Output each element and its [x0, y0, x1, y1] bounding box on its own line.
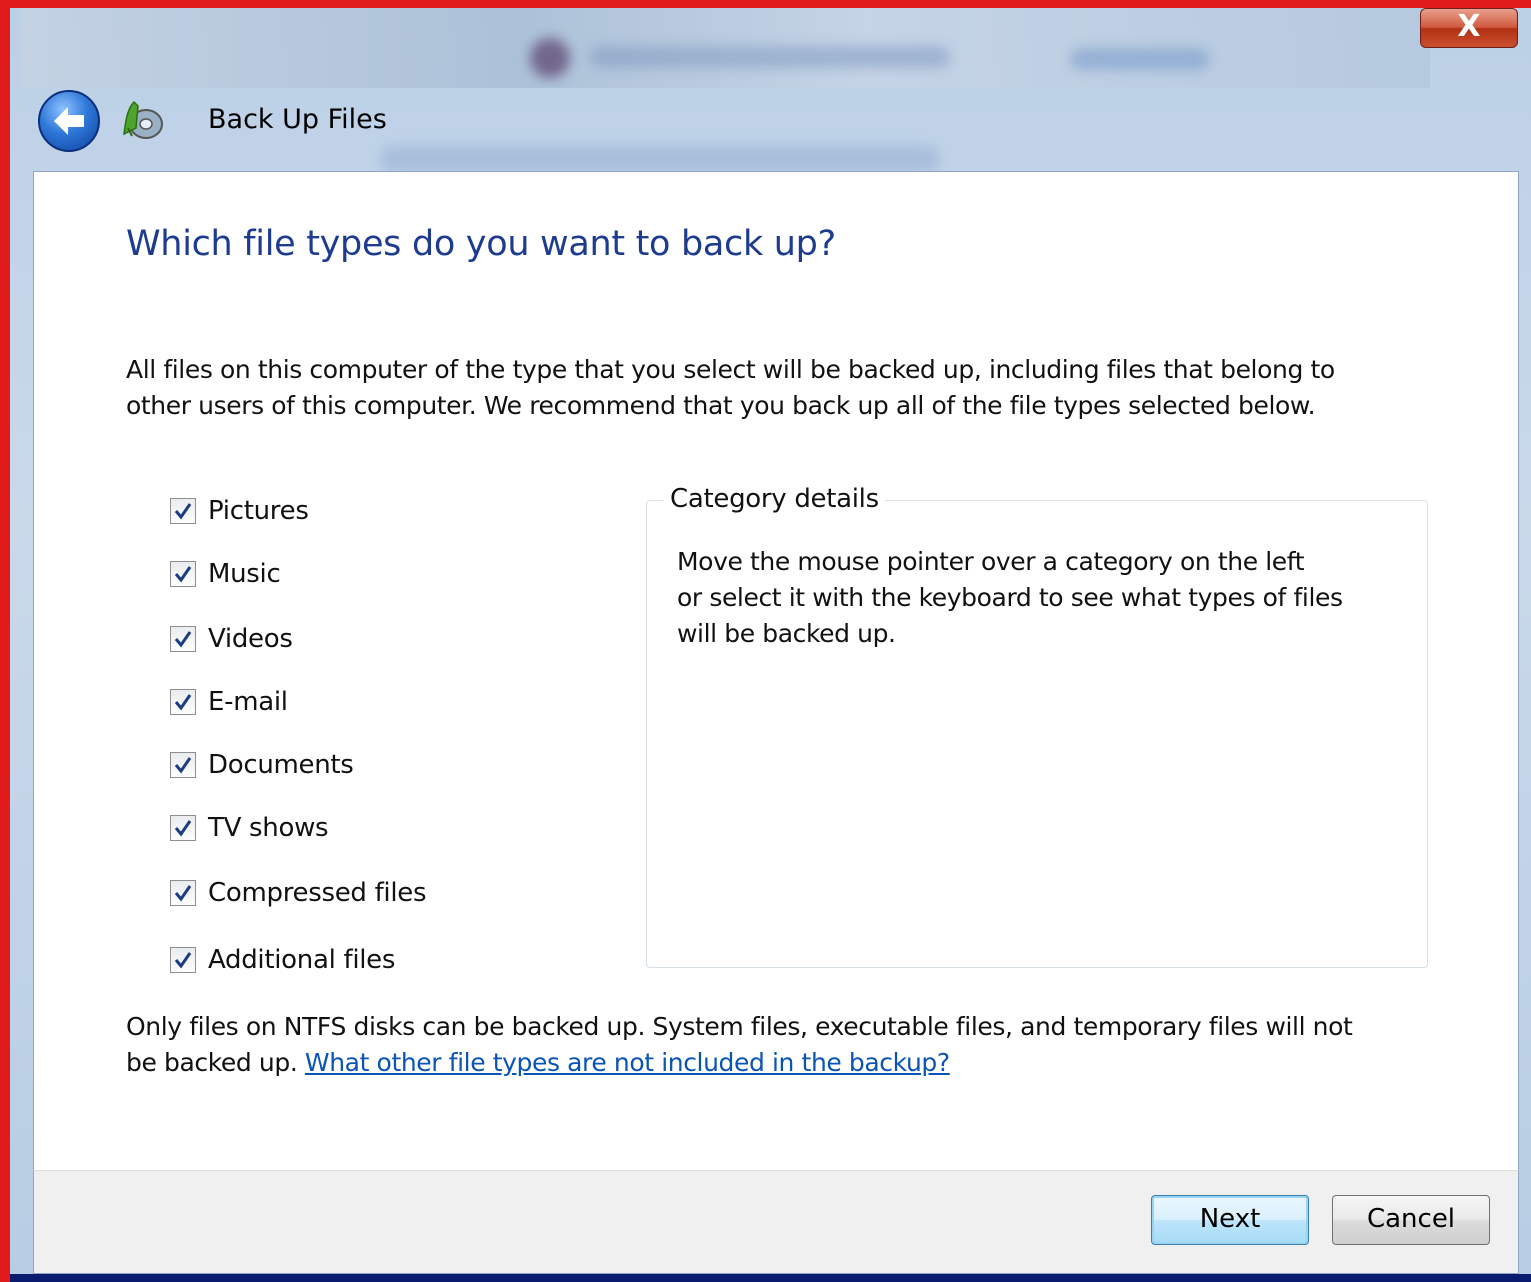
blurred-background-shape [380, 146, 940, 172]
checkbox[interactable] [170, 498, 196, 524]
checkbox-label: Music [208, 559, 281, 589]
checkmark-icon [174, 757, 192, 774]
intro-text: All files on this computer of the type t… [126, 352, 1426, 424]
checkbox-label: Additional files [208, 945, 396, 975]
checkmark-icon [174, 566, 192, 583]
footer-note-prefix: be backed up. [126, 1048, 305, 1077]
category-details-line-3: will be backed up. [677, 619, 896, 648]
checkbox-compressed-files[interactable]: Compressed files [170, 875, 427, 911]
checkbox[interactable] [170, 947, 196, 973]
backup-icon [118, 98, 166, 142]
close-button[interactable]: X [1420, 8, 1518, 48]
checkbox[interactable] [170, 880, 196, 906]
intro-line-2: other users of this computer. We recomme… [126, 391, 1316, 420]
back-button[interactable] [38, 90, 100, 152]
category-details-line-1: Move the mouse pointer over a category o… [677, 547, 1305, 576]
footer-note-line-1: Only files on NTFS disks can be backed u… [126, 1012, 1353, 1041]
checkbox[interactable] [170, 626, 196, 652]
checkbox-label: TV shows [208, 813, 329, 843]
window-title: Back Up Files [208, 104, 387, 135]
footer-note: Only files on NTFS disks can be backed u… [126, 1009, 1426, 1081]
checkmark-icon [174, 503, 192, 520]
checkbox-additional-files[interactable]: Additional files [170, 942, 395, 978]
back-arrow-icon [54, 107, 84, 135]
blurred-background-shape [1070, 48, 1210, 70]
next-button[interactable]: Next [1151, 1195, 1309, 1245]
checkbox-label: Documents [208, 750, 354, 780]
checkbox[interactable] [170, 752, 196, 778]
checkmark-icon [174, 631, 192, 648]
checkmark-icon [174, 694, 192, 711]
page-heading: Which file types do you want to back up? [126, 224, 836, 264]
checkbox-tv-shows[interactable]: TV shows [170, 810, 329, 846]
checkmark-icon [174, 820, 192, 837]
checkbox[interactable] [170, 815, 196, 841]
checkbox-label: E-mail [208, 687, 288, 717]
checkbox[interactable] [170, 561, 196, 587]
checkbox-label: Compressed files [208, 878, 427, 908]
category-details-text: Move the mouse pointer over a category o… [677, 544, 1397, 652]
category-details-line-2: or select it with the keyboard to see wh… [677, 583, 1343, 612]
checkbox-videos[interactable]: Videos [170, 621, 293, 657]
checkbox[interactable] [170, 689, 196, 715]
excluded-file-types-link[interactable]: What other file types are not included i… [305, 1048, 950, 1077]
checkbox-music[interactable]: Music [170, 556, 281, 592]
checkmark-icon [174, 952, 192, 969]
footer-note-line-2: be backed up. What other file types are … [126, 1045, 1426, 1081]
category-details-title: Category details [664, 484, 885, 514]
blurred-background-shape [590, 46, 950, 68]
checkmark-icon [174, 885, 192, 902]
checkbox-documents[interactable]: Documents [170, 747, 354, 783]
checkbox-label: Pictures [208, 496, 309, 526]
checkbox-pictures[interactable]: Pictures [170, 493, 309, 529]
intro-line-1: All files on this computer of the type t… [126, 355, 1335, 384]
checkbox-label: Videos [208, 624, 293, 654]
checkbox-email[interactable]: E-mail [170, 684, 288, 720]
cancel-button[interactable]: Cancel [1332, 1195, 1490, 1245]
window-bottom-edge [10, 1274, 1531, 1282]
blurred-background-shape [530, 38, 570, 78]
